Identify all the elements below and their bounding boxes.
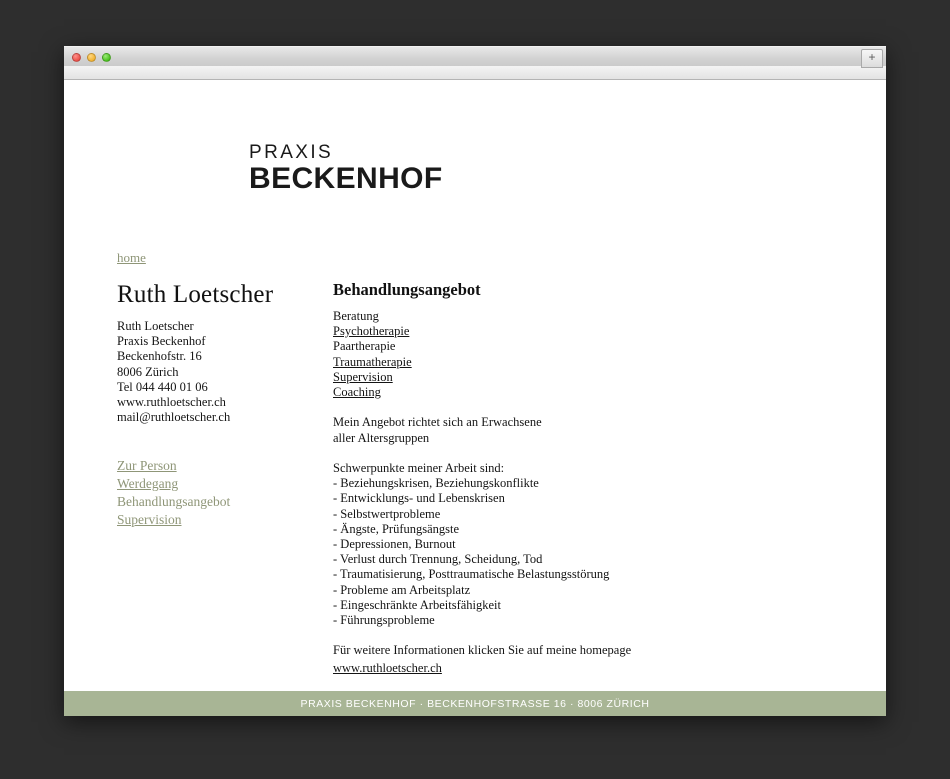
section-heading: Behandlungsangebot bbox=[333, 280, 481, 299]
focus-item: - Traumatisierung, Posttraumatische Bela… bbox=[333, 567, 610, 582]
focus-item: - Selbstwertprobleme bbox=[333, 506, 441, 521]
focus-item: - Entwicklungs- und Lebenskrisen bbox=[333, 491, 505, 506]
focus-item: - Verlust durch Trennung, Scheidung, Tod bbox=[333, 552, 543, 567]
minimize-button[interactable] bbox=[87, 53, 96, 62]
page-title: Ruth Loetscher bbox=[117, 281, 274, 308]
intro-line: Mein Angebot richtet sich an Erwachsene bbox=[333, 415, 542, 430]
sidebar-item-zur-person[interactable]: Zur Person bbox=[117, 457, 357, 475]
right-column: Behandlungsangebot Beratung Psychotherap… bbox=[333, 280, 813, 677]
sidebar-nav: Zur Person Werdegang Behandlungsangebot … bbox=[117, 457, 357, 529]
focus-item: - Probleme am Arbeitsplatz bbox=[333, 582, 471, 597]
focus-item: - Beziehungskrisen, Beziehungskonflikte bbox=[333, 476, 539, 491]
service-link-psychotherapie[interactable]: Psychotherapie bbox=[333, 324, 813, 339]
tab-strip: + bbox=[64, 49, 886, 80]
address-line: Ruth Loetscher bbox=[117, 319, 194, 333]
address-line-phone: Tel 044 440 01 06 bbox=[117, 379, 208, 394]
close-button[interactable] bbox=[72, 53, 81, 62]
intro-line: aller Altersgruppen bbox=[333, 430, 430, 445]
window-controls bbox=[72, 53, 111, 62]
zoom-button[interactable] bbox=[102, 53, 111, 62]
sidebar-item-werdegang[interactable]: Werdegang bbox=[117, 475, 357, 493]
service-link-coaching[interactable]: Coaching bbox=[333, 385, 813, 400]
focus-item: - Ängste, Prüfungsängste bbox=[333, 521, 460, 536]
service-item-paartherapie: Paartherapie bbox=[333, 339, 396, 354]
focus-item: - Depressionen, Burnout bbox=[333, 537, 456, 552]
browser-window: + PRAXIS BECKENHOF home Ruth Loetscher R… bbox=[64, 46, 886, 716]
address-block: Ruth Loetscher Praxis Beckenhof Beckenho… bbox=[117, 319, 357, 425]
new-tab-button[interactable]: + bbox=[861, 49, 883, 68]
focus-item: - Führungsprobleme bbox=[333, 613, 435, 628]
outro-text: Für weitere Informationen klicken Sie au… bbox=[333, 643, 632, 658]
homepage-link[interactable]: www.ruthloetscher.ch bbox=[333, 661, 442, 676]
site-logo[interactable]: PRAXIS BECKENHOF bbox=[249, 142, 443, 195]
focus-list: - Beziehungskrisen, Beziehungskonflikte … bbox=[333, 476, 813, 628]
intro-paragraph: Mein Angebot richtet sich an Erwachsene … bbox=[333, 415, 813, 445]
left-column: Ruth Loetscher Ruth Loetscher Praxis Bec… bbox=[117, 280, 357, 529]
logo-beckenhof-text: BECKENHOF bbox=[249, 162, 443, 195]
page-footer: PRAXIS BECKENHOF · BECKENHOFSTRASSE 16 ·… bbox=[64, 691, 886, 716]
nav-link-home[interactable]: home bbox=[117, 250, 146, 266]
sidebar-item-behandlungsangebot: Behandlungsangebot bbox=[117, 494, 231, 510]
footer-text: PRAXIS BECKENHOF · BECKENHOFSTRASSE 16 ·… bbox=[300, 697, 650, 710]
address-line: Beckenhofstr. 16 bbox=[117, 349, 202, 364]
address-line: 8006 Zürich bbox=[117, 364, 179, 379]
focus-item: - Eingeschränkte Arbeitsfähigkeit bbox=[333, 597, 501, 612]
focus-heading: Schwerpunkte meiner Arbeit sind: bbox=[333, 461, 505, 475]
sidebar-item-supervision[interactable]: Supervision bbox=[117, 511, 357, 529]
address-line-website: www.ruthloetscher.ch bbox=[117, 395, 226, 410]
service-item-beratung: Beratung bbox=[333, 309, 379, 323]
service-link-supervision[interactable]: Supervision bbox=[333, 370, 813, 385]
window-titlebar[interactable] bbox=[64, 46, 886, 68]
service-list: Beratung Psychotherapie Paartherapie Tra… bbox=[333, 309, 813, 400]
service-link-traumatherapie[interactable]: Traumatherapie bbox=[333, 355, 813, 370]
address-line: Praxis Beckenhof bbox=[117, 334, 206, 349]
address-line-email: mail@ruthloetscher.ch bbox=[117, 410, 231, 425]
page-content: PRAXIS BECKENHOF home Ruth Loetscher Rut… bbox=[64, 80, 886, 716]
logo-praxis-text: PRAXIS bbox=[249, 142, 334, 163]
